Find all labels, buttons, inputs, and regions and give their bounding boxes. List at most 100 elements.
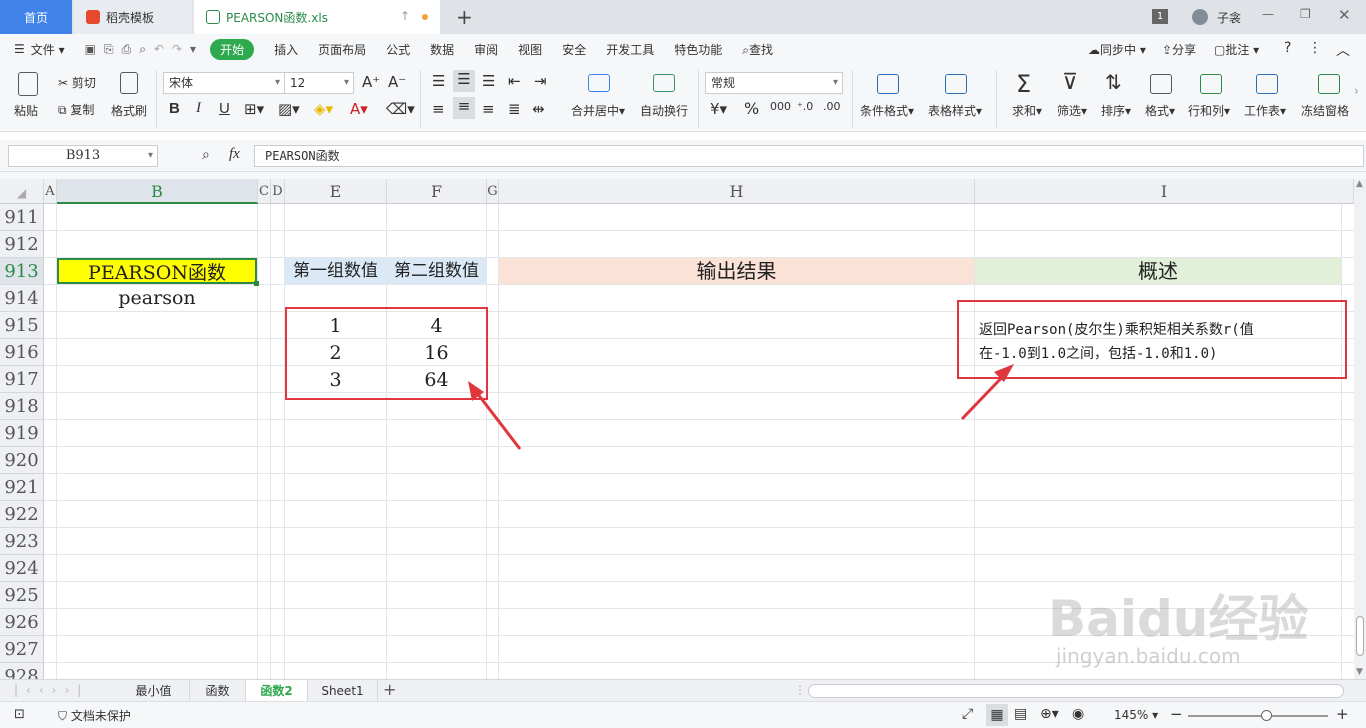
filter-icon[interactable]: ⊽	[1062, 70, 1078, 95]
font-name-select[interactable]: 宋体	[163, 72, 285, 94]
worksheet-button[interactable]: 工作表▾	[1244, 102, 1286, 119]
menu-review[interactable]: 审阅	[474, 41, 498, 58]
merge-center-icon[interactable]	[588, 74, 610, 92]
print-preview-icon[interactable]: ⌕	[139, 42, 146, 57]
menu-security[interactable]: 安全	[562, 41, 586, 58]
filter-button[interactable]: 筛选▾	[1057, 102, 1087, 119]
page-layout-view-icon[interactable]: ▤	[1014, 706, 1027, 722]
avatar[interactable]	[1192, 9, 1208, 25]
user-name[interactable]: 子衾	[1217, 9, 1241, 26]
status-icon[interactable]: ⊡	[14, 707, 25, 722]
file-menu[interactable]: 文件 ▾	[31, 41, 65, 58]
tab-daoke-templates[interactable]: 稻壳模板	[74, 0, 192, 34]
conditional-format-icon[interactable]	[877, 74, 899, 94]
window-count-badge[interactable]: 1	[1152, 9, 1168, 24]
zoom-level[interactable]: 145% ▾	[1114, 708, 1158, 722]
hamburger-icon[interactable]: ☰	[14, 42, 25, 56]
row-col-icon[interactable]	[1200, 74, 1222, 94]
format-icon[interactable]	[1150, 74, 1172, 94]
page-break-view-icon[interactable]: ⊕▾	[1040, 706, 1059, 722]
sheet-nav-arrows-icon[interactable]: |‹‹››|	[14, 683, 89, 697]
sheet-tab-sheet1[interactable]: Sheet1	[308, 680, 378, 702]
comment-button[interactable]: ▢批注 ▾	[1214, 41, 1259, 58]
sheet-tab-min[interactable]: 最小值	[118, 680, 190, 702]
conditional-format-button[interactable]: 条件格式▾	[860, 102, 914, 119]
underline-button[interactable]: U	[219, 100, 230, 117]
increase-font-icon[interactable]: A⁺	[362, 73, 380, 91]
share-button[interactable]: ⇪分享	[1162, 41, 1196, 58]
scroll-down-icon[interactable]: ▼	[1356, 667, 1363, 677]
italic-button[interactable]: I	[196, 100, 201, 117]
undo-icon[interactable]: ↶	[154, 42, 164, 56]
search-command[interactable]: ⌕查找	[742, 41, 773, 58]
format-painter-icon[interactable]	[120, 72, 138, 94]
zoom-out-icon[interactable]: −	[1170, 705, 1183, 723]
help-icon[interactable]: ?	[1284, 40, 1291, 56]
table-style-icon[interactable]	[945, 74, 967, 94]
name-box-dropdown-icon[interactable]: ▾	[148, 146, 153, 166]
redo-icon[interactable]: ↷	[172, 42, 182, 56]
format-painter-button[interactable]: 格式刷	[111, 102, 147, 119]
save-icon[interactable]: ▣	[85, 42, 96, 56]
close-icon[interactable]: ✕	[1338, 6, 1351, 24]
format-button[interactable]: 格式▾	[1145, 102, 1175, 119]
normal-view-icon[interactable]: ▦	[986, 704, 1008, 726]
clear-format-icon[interactable]: ⌫▾	[386, 100, 415, 118]
menu-data[interactable]: 数据	[430, 41, 454, 58]
spreadsheet-grid[interactable]: ◢ A B C D E F G H I 911 912 913 914 915 …	[0, 179, 1354, 679]
zoom-slider[interactable]	[1188, 715, 1328, 717]
menu-formulas[interactable]: 公式	[386, 41, 410, 58]
fill-pattern-icon[interactable]: ▨▾	[278, 100, 300, 118]
borders-icon[interactable]: ⊞▾	[244, 100, 264, 118]
hscroll-split-icon[interactable]: ⋮	[794, 683, 806, 697]
freeze-panes-button[interactable]: 冻结窗格	[1301, 102, 1349, 119]
align-top-icon[interactable]: ☰	[432, 72, 445, 90]
tab-pearson-file[interactable]: PEARSON函数.xls ↑	[194, 0, 440, 34]
row-col-button[interactable]: 行和列▾	[1188, 102, 1230, 119]
collapse-ribbon-icon[interactable]: ︿	[1336, 40, 1350, 60]
paste-icon[interactable]	[18, 72, 38, 96]
sum-button[interactable]: 求和▾	[1012, 102, 1042, 119]
add-sheet-button[interactable]: +	[383, 680, 396, 699]
sort-icon[interactable]: ⇅	[1105, 70, 1122, 94]
sync-status[interactable]: ☁同步中 ▾	[1088, 41, 1146, 58]
freeze-panes-icon[interactable]	[1318, 74, 1340, 94]
bold-button[interactable]: B	[169, 100, 180, 117]
zoom-formula-icon[interactable]: ⌕	[202, 147, 210, 163]
increase-decimal-icon[interactable]: ⁺.0	[797, 100, 813, 113]
ribbon-scroll-icon[interactable]: ›	[1354, 84, 1359, 98]
scroll-up-icon[interactable]: ▲	[1356, 179, 1363, 189]
wrap-text-button[interactable]: 自动换行	[640, 102, 688, 119]
sheet-tab-function[interactable]: 函数	[190, 680, 246, 702]
sheet-tab-function2[interactable]: 函数2	[246, 680, 308, 702]
menu-insert[interactable]: 插入	[274, 41, 298, 58]
formula-input[interactable]: PEARSON函数	[254, 145, 1364, 167]
decrease-indent-icon[interactable]: ⇤	[508, 72, 521, 90]
menu-developer[interactable]: 开发工具	[606, 41, 654, 58]
merge-center-button[interactable]: 合并居中▾	[571, 102, 625, 119]
document-protection[interactable]: ⛉ 文档未保护	[58, 707, 131, 724]
new-tab-button[interactable]: +	[456, 5, 473, 29]
copy-button[interactable]: ⧉ 复制	[58, 101, 94, 118]
font-color-icon[interactable]: A▾	[350, 100, 368, 118]
number-format-select[interactable]: 常规	[705, 72, 843, 94]
restore-icon[interactable]: ❐	[1300, 7, 1311, 21]
increase-indent-icon[interactable]: ⇥	[534, 72, 547, 90]
fill-color-icon[interactable]: ◈▾	[314, 100, 333, 118]
pin-icon[interactable]: ↑	[400, 9, 410, 23]
zoom-in-icon[interactable]: +	[1336, 705, 1349, 723]
more-icon[interactable]: ⋮	[1308, 40, 1322, 56]
sort-button[interactable]: 排序▾	[1101, 102, 1131, 119]
currency-icon[interactable]: ¥▾	[710, 100, 727, 118]
align-center-icon[interactable]: ≡	[453, 97, 475, 119]
eye-protection-icon[interactable]: ◉	[1072, 706, 1084, 722]
align-left-icon[interactable]: ≡	[432, 100, 445, 118]
align-bottom-icon[interactable]: ☰	[482, 72, 495, 90]
paste-button[interactable]: 粘贴	[14, 102, 38, 119]
table-style-button[interactable]: 表格样式▾	[928, 102, 982, 119]
align-middle-icon[interactable]: ☰	[453, 70, 475, 92]
thousands-separator-icon[interactable]: 000	[770, 100, 791, 113]
fx-button[interactable]: fx	[229, 146, 240, 163]
tab-home[interactable]: 首页	[0, 0, 72, 34]
decrease-decimal-icon[interactable]: .00	[823, 100, 841, 113]
